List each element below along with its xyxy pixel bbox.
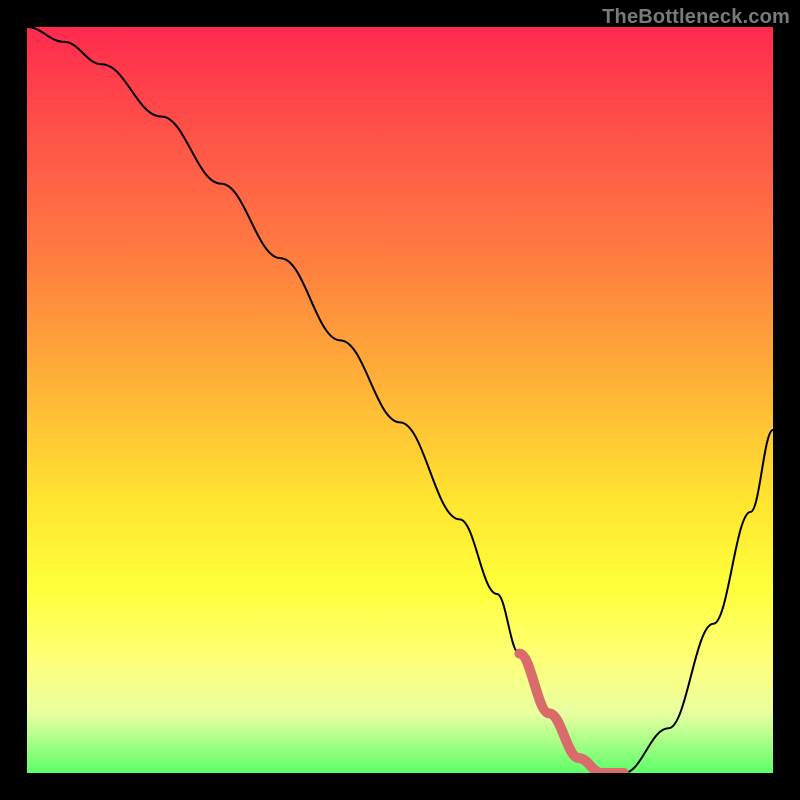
chart-svg: [27, 27, 773, 773]
trough-highlight-path: [519, 654, 623, 773]
watermark-text: TheBottleneck.com: [602, 6, 790, 29]
plot-area: [27, 27, 773, 773]
bottleneck-curve-path: [27, 27, 773, 773]
chart-container: TheBottleneck.com: [0, 0, 800, 800]
